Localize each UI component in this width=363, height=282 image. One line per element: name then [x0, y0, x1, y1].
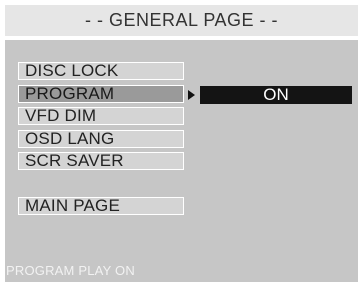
menu-item-scr-saver[interactable]: SCR SAVER	[18, 152, 184, 170]
header-divider	[5, 36, 358, 40]
page-title: - - GENERAL PAGE - -	[5, 5, 358, 36]
osd-screen: - - GENERAL PAGE - - DISC LOCK PROGRAM V…	[0, 0, 363, 282]
menu-item-main-page[interactable]: MAIN PAGE	[18, 197, 184, 215]
menu-item-vfd-dim[interactable]: VFD DIM	[18, 107, 184, 125]
menu-item-disc-lock[interactable]: DISC LOCK	[18, 62, 184, 80]
status-text: PROGRAM PLAY ON	[6, 263, 135, 278]
program-option-on[interactable]: ON	[200, 86, 352, 104]
menu-item-program[interactable]: PROGRAM	[18, 85, 184, 103]
general-page-panel: - - GENERAL PAGE - - DISC LOCK PROGRAM V…	[5, 5, 358, 282]
menu-item-osd-lang[interactable]: OSD LANG	[18, 130, 184, 148]
arrow-right-icon	[188, 90, 195, 100]
